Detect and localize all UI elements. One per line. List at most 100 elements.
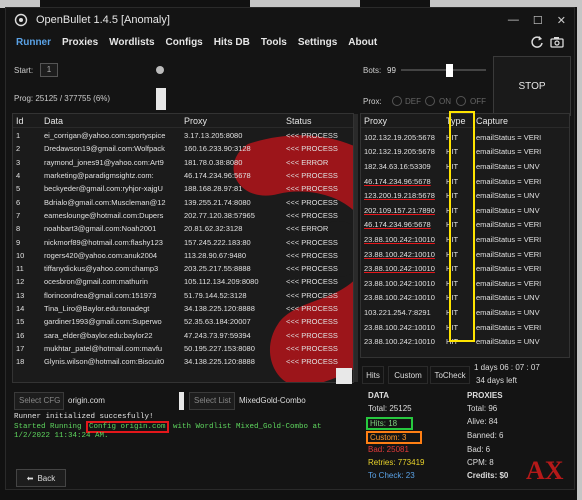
data-grid-row[interactable]: 11 tiffanydickus@yahoo.com:champ3 203.25.2… [13, 262, 353, 275]
runner-log: Runner initialized succesfully! Started … [14, 413, 354, 455]
close-button[interactable]: ✕ [557, 14, 566, 27]
data-grid-row[interactable]: 1 ei_corrigan@yahoo.com:sportyspice 3.17.1… [13, 129, 353, 142]
main-menu: Runner Proxies Wordlists Configs Hits DB… [6, 32, 574, 52]
log-started-prefix: Started Running [14, 422, 87, 431]
hit-row[interactable]: 46.174.234.96:5678 HIT emailStatus = VERI [361, 218, 569, 233]
row-status: <<< PROCESS [286, 330, 338, 340]
hit-row[interactable]: 102.132.19.205:5678 HIT emailStatus = VERI [361, 145, 569, 160]
start-slider-knob[interactable] [156, 66, 164, 74]
row-id: 14 [16, 304, 25, 313]
data-grid-row[interactable]: 5 beckyeder@gmail.com:ryhjor-xajgU 188.168… [13, 182, 353, 195]
header-hit-capture[interactable]: Capture [473, 116, 569, 126]
menu-settings[interactable]: Settings [298, 37, 337, 48]
hit-row[interactable]: 23.88.100.242:10010 HIT emailStatus = UNV [361, 291, 569, 306]
hit-row[interactable]: 103.221.254.7:8291 HIT emailStatus = UNV [361, 305, 569, 320]
config-name: origin.com [68, 396, 105, 405]
custom-tab[interactable]: Custom [388, 366, 428, 384]
row-id: 16 [16, 330, 25, 340]
hit-row[interactable]: 23.88.100.242:10010 HIT emailStatus = VERI [361, 232, 569, 247]
bots-slider-knob[interactable] [446, 64, 453, 77]
menu-runner[interactable]: Runner [16, 37, 51, 48]
progress-handle[interactable] [156, 88, 166, 110]
log-line-timestamp: 1/2/2022 11:34:24 AM. [14, 432, 109, 440]
row-proxy: 47.243.73.97:59394 [184, 330, 251, 340]
select-list-button[interactable]: Select List [189, 392, 235, 410]
select-config-button[interactable]: Select CFG [14, 392, 64, 410]
elapsed-time: 1 days 06 : 07 : 07 [474, 363, 540, 372]
row-id: 18 [16, 357, 25, 367]
menu-tools[interactable]: Tools [261, 37, 287, 48]
hit-row[interactable]: 23.88.100.242:10010 HIT emailStatus = VERI [361, 247, 569, 262]
header-id[interactable]: Id [13, 116, 41, 126]
minimize-button[interactable]: — [508, 14, 519, 27]
hit-row[interactable]: 23.88.100.242:10010 HIT emailStatus = VERI [361, 276, 569, 291]
menu-about[interactable]: About [348, 37, 377, 48]
refresh-icon[interactable] [530, 35, 544, 49]
hit-proxy: 23.88.100.242:10010 [364, 337, 435, 347]
data-grid-row[interactable]: 14 Tina_Liro@Baylor.edu:tonadegt 34.138.22… [13, 302, 353, 315]
data-grid-row[interactable]: 15 gardiner1993@gmail.com:Superwo 52.35.63… [13, 315, 353, 328]
header-data[interactable]: Data [41, 116, 181, 126]
data-grid-row[interactable]: 13 florincondrea@gmail.com:151973 51.79.14… [13, 289, 353, 302]
data-grid-row[interactable]: 17 mukhtar_patel@hotmail.com:mavfu 50.195.… [13, 342, 353, 355]
data-grid-row[interactable]: 7 eameslounge@hotmail.com:Dupers 202.77.12… [13, 209, 353, 222]
proxy-total: Total: 96 [467, 404, 498, 413]
hit-row[interactable]: 102.132.19.205:5678 HIT emailStatus = VERI [361, 130, 569, 145]
bots-slider[interactable] [401, 69, 486, 71]
proxy-on-radio[interactable] [425, 96, 435, 106]
row-status: <<< PROCESS [286, 131, 338, 141]
header-hit-type[interactable]: Type [443, 116, 473, 126]
hit-row[interactable]: 23.88.100.242:10010 HIT emailStatus = VERI [361, 261, 569, 276]
start-input[interactable]: 1 [40, 63, 58, 77]
back-label: Back [37, 473, 56, 483]
data-grid-row[interactable]: 12 ocesbron@gmail.com:mathurin 105.112.134… [13, 275, 353, 288]
proxy-default-radio[interactable] [392, 96, 402, 106]
data-grid-row[interactable]: 10 rogers420@yahoo.com:anuk2004 113.28.90.… [13, 249, 353, 262]
menu-configs[interactable]: Configs [166, 37, 203, 48]
hit-capture: emailStatus = UNV [476, 205, 540, 215]
menu-hits-db[interactable]: Hits DB [214, 37, 250, 48]
hit-row[interactable]: 23.88.100.242:10010 HIT emailStatus = UNV [361, 334, 569, 349]
data-grid-row[interactable]: 4 marketing@paradigmsightz.com: 46.174.234… [13, 169, 353, 182]
hit-proxy: 23.88.100.242:10010 [364, 293, 435, 303]
proxy-off-radio[interactable] [456, 96, 466, 106]
row-status: <<< PROCESS [286, 277, 338, 287]
camera-icon[interactable] [550, 35, 564, 49]
data-grid-row[interactable]: 6 Bdrialo@gmail.com:Muscleman@12 139.255.2… [13, 195, 353, 208]
row-id: 7 [16, 210, 21, 220]
hits-tab[interactable]: Hits [362, 366, 384, 384]
data-grid-row[interactable]: 8 noahbart3@gmail.com:Noah2001 20.81.62.32… [13, 222, 353, 235]
hit-type: HIT [446, 278, 459, 288]
menu-proxies[interactable]: Proxies [62, 37, 98, 48]
data-grid-row[interactable]: 2 Dredawson19@gmail.com:Wolfpack 160.16.23… [13, 142, 353, 155]
hit-proxy: 182.34.63.16:53309 [364, 161, 431, 171]
hit-capture: emailStatus = VERI [476, 249, 542, 259]
hit-row[interactable]: 123.200.19.218:5678 HIT emailStatus = UNV [361, 188, 569, 203]
row-id: 11 [16, 264, 24, 274]
back-button[interactable]: ⬅ Back [16, 469, 66, 487]
menu-wordlists[interactable]: Wordlists [109, 37, 154, 48]
row-status: <<< PROCESS [286, 357, 338, 367]
data-grid-row[interactable]: 3 raymond_jones91@yahoo.com:Art9 181.78.0.… [13, 156, 353, 169]
row-proxy: 105.112.134.209:8080 [184, 277, 259, 287]
grid-splitter[interactable] [354, 114, 358, 382]
maximize-button[interactable]: ☐ [533, 14, 543, 27]
data-grid-row[interactable]: 18 Glynis.wilson@hotmail.com:Biscuit0 34.1… [13, 355, 353, 368]
row-proxy: 3.17.13.205:8080 [184, 131, 243, 141]
tocheck-tab[interactable]: ToCheck [430, 366, 470, 384]
hit-row[interactable]: 46.174.234.96:5678 HIT emailStatus = VERI [361, 174, 569, 189]
data-grid-row[interactable]: 16 sara_elder@baylor.edu:baylor22 47.243.7… [13, 328, 353, 341]
stop-button[interactable]: STOP [493, 56, 571, 116]
data-total: Total: 25125 [368, 404, 412, 413]
hit-row[interactable]: 202.109.157.21:7890 HIT emailStatus = UNV [361, 203, 569, 218]
hit-row[interactable]: 23.88.100.242:10010 HIT emailStatus = VERI [361, 320, 569, 335]
hit-row[interactable]: 182.34.63.16:53309 HIT emailStatus = UNV [361, 159, 569, 174]
row-status: <<< PROCESS [286, 290, 338, 300]
data-grid-row[interactable]: 9 nickmorf89@hotmail.com:flashy123 157.245… [13, 235, 353, 248]
hit-capture: emailStatus = VERI [476, 322, 542, 332]
bots-value: 99 [387, 66, 396, 75]
header-hit-proxy[interactable]: Proxy [361, 116, 443, 126]
hit-type: HIT [446, 337, 459, 347]
row-proxy: 34.138.225.120:8888 [184, 304, 255, 313]
log-line-initialized: Runner initialized succesfully! [14, 413, 154, 421]
